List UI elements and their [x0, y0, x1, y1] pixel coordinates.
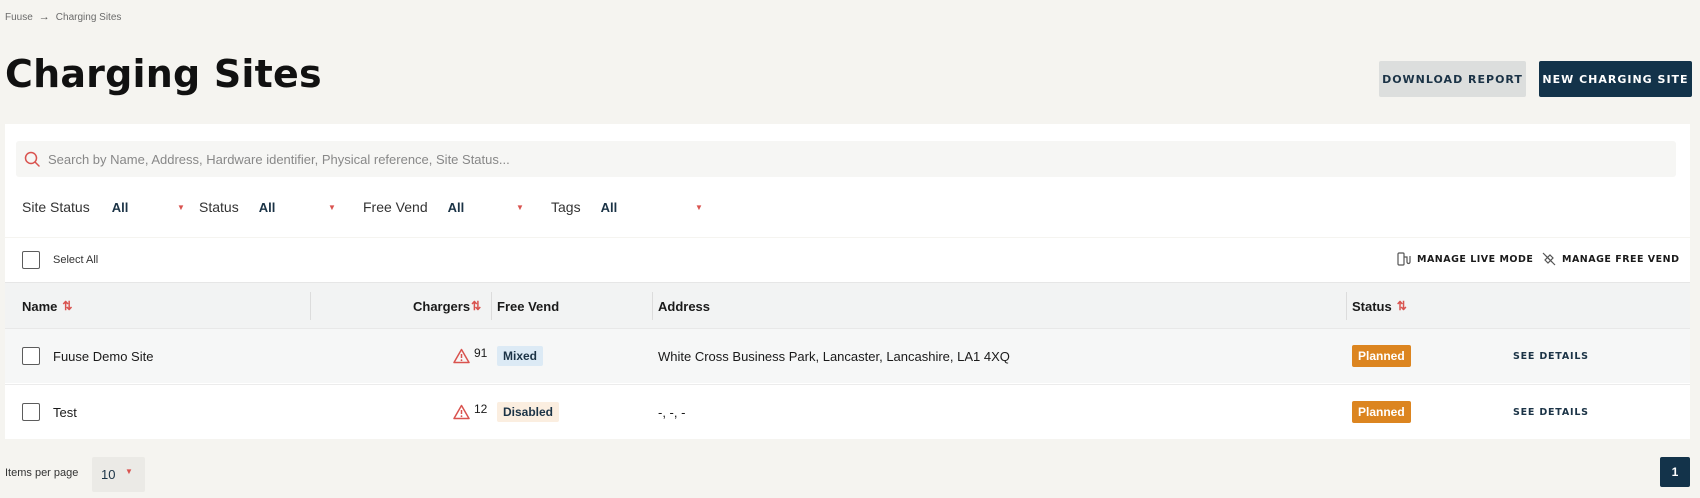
manage-live-mode-button[interactable]: MANAGE LIVE MODE: [1397, 252, 1533, 266]
column-header-status[interactable]: Status ⇅: [1352, 283, 1407, 329]
column-label: Free Vend: [497, 298, 560, 314]
chargers-count: 12: [453, 385, 487, 439]
status-badge: Planned: [1352, 345, 1411, 367]
manage-live-mode-label: MANAGE LIVE MODE: [1417, 253, 1534, 265]
search-box[interactable]: [16, 141, 1676, 177]
filter-label: Tags: [551, 199, 581, 215]
items-per-page-select[interactable]: 10 ▼: [92, 457, 145, 492]
items-per-page-label: Items per page: [5, 467, 79, 479]
warning-icon: [453, 348, 470, 364]
column-header-name[interactable]: Name ⇅: [22, 283, 72, 329]
breadcrumb: Fuuse → Charging Sites: [5, 11, 121, 23]
caret-down-icon: ▼: [695, 203, 703, 212]
filter-value: All: [258, 199, 276, 215]
status-cell: Planned: [1352, 329, 1411, 383]
column-label: Name: [22, 298, 58, 314]
free-vend-badge: Mixed: [497, 346, 544, 366]
column-header-address: Address: [658, 283, 710, 329]
chargers-count: 91: [453, 329, 487, 383]
chargers-value: 12: [474, 402, 488, 416]
row-checkbox[interactable]: [22, 347, 40, 365]
column-label: Address: [658, 298, 711, 314]
search-icon: [24, 151, 40, 167]
sort-icon[interactable]: ⇅: [471, 299, 481, 313]
bulk-actions-bar: Select All MANAGE LIVE MODE MANAGE FREE …: [5, 238, 1690, 283]
filter-value: All: [447, 199, 465, 215]
search-input[interactable]: [48, 151, 1648, 167]
filter-value: All: [600, 199, 618, 215]
warning-icon: [453, 404, 470, 420]
free-vend-cell: Mixed: [497, 329, 544, 383]
new-charging-site-button[interactable]: NEW CHARGING SITE: [1539, 61, 1692, 97]
table-row[interactable]: Test 12 Disabled -, -, - Planned SEE DET…: [5, 384, 1690, 438]
row-checkbox[interactable]: [22, 403, 40, 421]
manage-free-vend-button[interactable]: MANAGE FREE VEND: [1542, 252, 1679, 266]
filter-label: Site Status: [22, 199, 90, 215]
site-name: Test: [53, 404, 77, 420]
items-per-page-value: 10: [101, 467, 116, 482]
arrow-right-icon: →: [38, 11, 50, 23]
status-cell: Planned: [1352, 385, 1411, 439]
filter-label: Status: [199, 199, 239, 215]
filter-label: Free Vend: [363, 199, 428, 215]
caret-down-icon: ▼: [516, 203, 524, 212]
filter-free-vend[interactable]: Free Vend All ▼: [363, 199, 551, 215]
filter-tags[interactable]: Tags All ▼: [551, 199, 711, 215]
see-details-label: SEE DETAILS: [1513, 406, 1589, 418]
plug-off-icon: [1542, 252, 1556, 266]
column-header-chargers[interactable]: Chargers ⇅: [413, 283, 481, 329]
column-label: Status: [1352, 298, 1392, 314]
column-header-free-vend: Free Vend: [497, 283, 559, 329]
column-divider: [491, 292, 492, 320]
breadcrumb-current: Charging Sites: [55, 11, 122, 23]
column-divider: [310, 292, 311, 320]
breadcrumb-root[interactable]: Fuuse: [5, 12, 33, 23]
free-vend-badge: Disabled: [497, 402, 560, 422]
caret-down-icon: ▼: [125, 467, 133, 476]
column-divider: [652, 292, 653, 320]
see-details-link[interactable]: SEE DETAILS: [1513, 329, 1589, 383]
filter-site-status[interactable]: Site Status All ▼: [22, 199, 199, 215]
sort-icon[interactable]: ⇅: [62, 299, 72, 313]
sort-icon[interactable]: ⇅: [1397, 299, 1407, 313]
select-all-checkbox[interactable]: [22, 251, 40, 269]
column-divider: [1346, 292, 1347, 320]
select-all-label: Select All: [53, 254, 99, 266]
table-row[interactable]: Fuuse Demo Site 91 Mixed White Cross Bus…: [5, 329, 1690, 383]
address-cell: -, -, -: [658, 404, 686, 420]
chargers-value: 91: [474, 346, 488, 360]
free-vend-cell: Disabled: [497, 385, 560, 439]
filter-value: All: [111, 199, 129, 215]
column-label: Chargers: [413, 298, 471, 314]
charger-icon: [1397, 252, 1411, 266]
caret-down-icon: ▼: [328, 203, 336, 212]
filter-panel: Site Status All ▼ Status All ▼ Free Vend…: [5, 124, 1690, 237]
filter-status[interactable]: Status All ▼: [199, 199, 363, 215]
site-name: Fuuse Demo Site: [53, 348, 154, 364]
caret-down-icon: ▼: [177, 203, 185, 212]
filter-bar: Site Status All ▼ Status All ▼ Free Vend…: [22, 199, 711, 215]
sites-table: Select All MANAGE LIVE MODE MANAGE FREE …: [5, 238, 1690, 439]
address-cell: White Cross Business Park, Lancaster, La…: [658, 348, 1010, 364]
page-title: Charging Sites: [5, 52, 322, 96]
manage-free-vend-label: MANAGE FREE VEND: [1562, 253, 1680, 265]
see-details-label: SEE DETAILS: [1513, 350, 1589, 362]
status-badge: Planned: [1352, 401, 1411, 423]
download-report-button[interactable]: DOWNLOAD REPORT: [1379, 61, 1526, 97]
page-button-current[interactable]: 1: [1660, 457, 1690, 487]
see-details-link[interactable]: SEE DETAILS: [1513, 385, 1589, 439]
table-header: Name ⇅ Chargers ⇅ Free Vend Address Stat…: [5, 283, 1690, 329]
